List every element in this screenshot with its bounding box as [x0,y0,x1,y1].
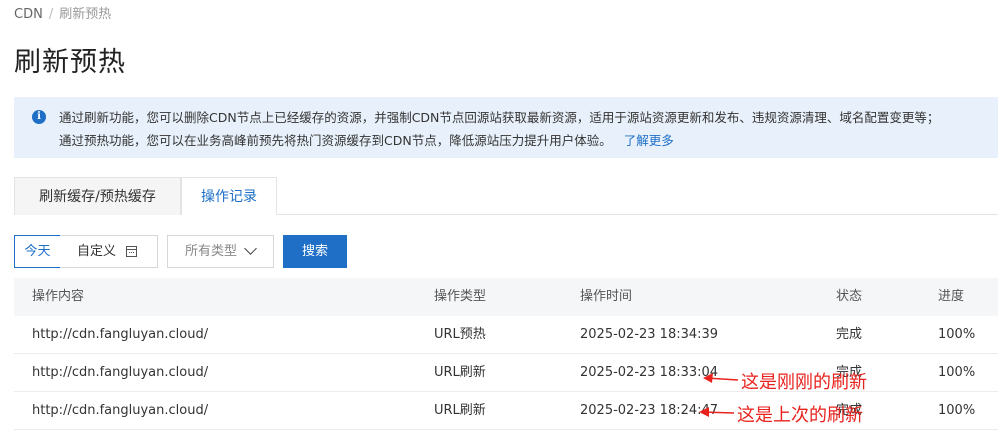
tab-operation-records[interactable]: 操作记录 [181,177,277,215]
arrow-left-icon [699,407,735,417]
arrow-left-icon [703,373,739,383]
annotation-latest-refresh: 这是刚刚的刷新 [741,372,867,393]
annotation-previous-refresh: 这是上次的刷新 [737,405,863,426]
